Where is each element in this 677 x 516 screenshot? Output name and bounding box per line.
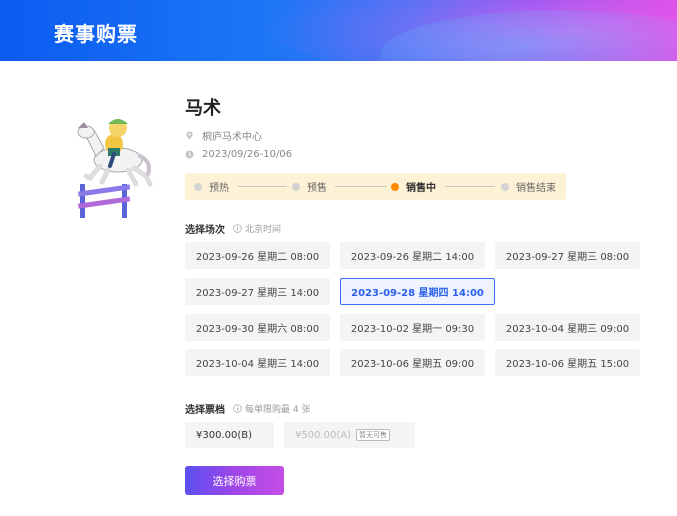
progress-step-preheat: 预热: [194, 173, 229, 200]
sales-progress: 预热 预售 销售中 销售结束: [185, 173, 566, 200]
session-slot[interactable]: 2023-09-30 星期六 08:00: [185, 314, 330, 341]
ticket-hint: 每单限购最 4 张: [233, 402, 310, 415]
progress-step-presale: 预售: [292, 173, 327, 200]
session-slot[interactable]: 2023-10-04 星期三 14:00: [185, 349, 330, 376]
progress-connector: [335, 186, 387, 187]
session-slot[interactable]: 2023-09-27 星期三 08:00: [495, 242, 640, 269]
ticket-section-label: 选择票档 每单限购最 4 张: [185, 401, 310, 416]
ticket-price: ¥300.00(B): [196, 429, 253, 441]
session-hint: 北京时间: [233, 222, 281, 235]
session-slot[interactable]: 2023-10-04 星期三 09:00: [495, 314, 640, 341]
progress-connector: [238, 186, 287, 187]
progress-step-label: 预热: [209, 183, 229, 194]
sold-out-badge: 暂无可售: [356, 429, 390, 441]
session-slot[interactable]: 2023-09-27 星期三 14:00: [185, 278, 330, 305]
venue-text: 桐庐马术中心: [202, 132, 262, 143]
progress-dot-active: [391, 182, 399, 191]
progress-step-label: 预售: [307, 183, 327, 194]
ticket-price: ¥500.00(A): [295, 429, 351, 441]
progress-dot: [194, 182, 202, 191]
session-label-text: 选择场次: [185, 225, 225, 236]
session-slot[interactable]: 2023-09-26 星期二 08:00: [185, 242, 330, 269]
session-slot-selected[interactable]: 2023-09-28 星期四 14:00: [340, 278, 495, 305]
event-dates: 2023/09/26-10/06: [185, 149, 292, 160]
session-section-label: 选择场次 北京时间: [185, 221, 281, 236]
session-slot[interactable]: 2023-10-06 星期五 15:00: [495, 349, 640, 376]
clock-icon: [185, 150, 194, 159]
progress-dot: [292, 182, 300, 191]
equestrian-mascot-icon: [77, 119, 153, 218]
page-title: 赛事购票: [54, 22, 138, 46]
event-title: 马术: [185, 98, 221, 119]
ticket-tier-a-disabled: ¥500.00(A) 暂无可售: [284, 422, 415, 448]
info-icon: [233, 404, 242, 413]
session-slot[interactable]: 2023-09-26 星期二 14:00: [340, 242, 485, 269]
session-slot[interactable]: 2023-10-02 星期一 09:30: [340, 314, 485, 341]
header-banner: 赛事购票: [0, 0, 677, 61]
ticket-tier-b[interactable]: ¥300.00(B): [185, 422, 274, 448]
location-pin-icon: [186, 131, 193, 140]
progress-step-label: 销售中: [406, 183, 436, 194]
ticket-hint-text: 每单限购最 4 张: [245, 405, 311, 415]
event-venue: 桐庐马术中心: [185, 128, 262, 143]
dates-text: 2023/09/26-10/06: [202, 149, 293, 160]
session-hint-text: 北京时间: [245, 225, 282, 235]
progress-step-on-sale: 销售中: [391, 173, 436, 200]
session-slot[interactable]: 2023-10-06 星期五 09:00: [340, 349, 485, 376]
progress-dot: [501, 182, 509, 191]
ticket-label-text: 选择票档: [185, 405, 225, 416]
info-icon: [233, 224, 242, 233]
buy-ticket-button[interactable]: 选择购票: [185, 466, 284, 495]
progress-step-ended: 销售结束: [501, 173, 556, 200]
progress-connector: [445, 186, 495, 187]
progress-step-label: 销售结束: [516, 183, 556, 194]
